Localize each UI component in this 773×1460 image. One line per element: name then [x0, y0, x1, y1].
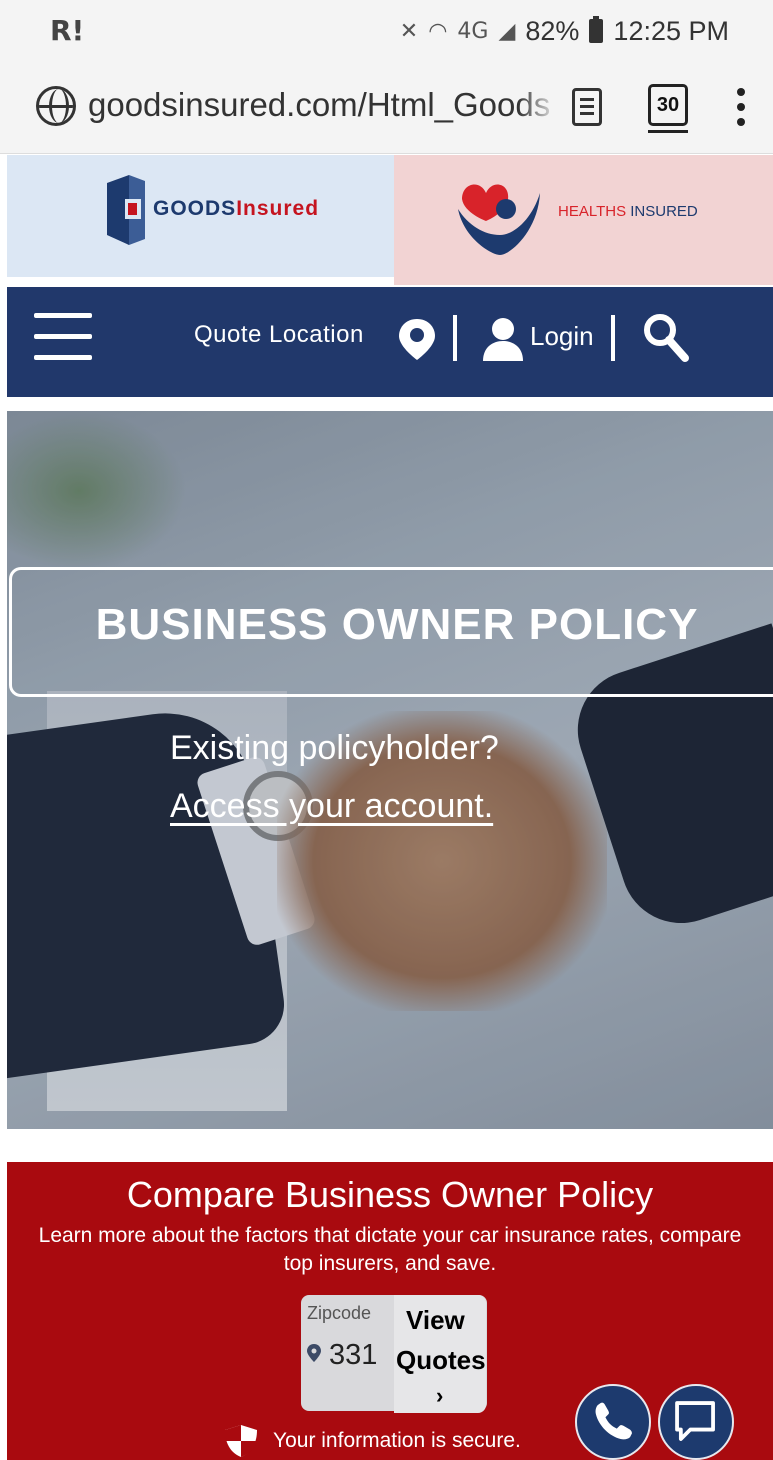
hero-title-box: BUSINESS OWNER POLICY — [9, 567, 773, 697]
location-pin-icon — [307, 1344, 321, 1362]
quote-location-link[interactable]: Quote Location — [194, 321, 364, 349]
main-nav: Quote Location Login — [7, 287, 773, 397]
chevron-right-icon: › — [436, 1383, 444, 1408]
existing-policyholder-text: Existing policyholder? — [170, 729, 499, 767]
network-type: 4G — [457, 18, 489, 44]
shield-icon — [225, 1425, 257, 1457]
view-quotes-label-line2: Quotes — [396, 1345, 486, 1375]
menu-icon[interactable] — [34, 313, 92, 361]
heart-person-icon — [458, 184, 540, 255]
compare-subtitle: Learn more about the factors that dictat… — [38, 1224, 742, 1275]
search-icon[interactable] — [643, 313, 689, 363]
status-bar: R! ✕ ◠ 4G ◢ 82% 12:25 PM — [0, 0, 773, 62]
zipcode-value: 331 — [329, 1339, 378, 1371]
nav-divider — [611, 315, 615, 361]
goods-insured-logo-text: GOODSInsured — [153, 197, 320, 220]
secure-text: Your information is secure. — [273, 1429, 521, 1452]
view-quotes-button[interactable]: View Quotes › — [394, 1295, 486, 1413]
login-link[interactable]: Login — [530, 321, 594, 352]
tab-switcher-button[interactable]: 30 — [648, 84, 688, 133]
secure-notice: Your information is secure. — [223, 1424, 521, 1458]
phone-icon — [595, 1402, 632, 1440]
address-bar[interactable]: goodsinsured.com/Html_Goods — [88, 86, 558, 130]
access-account-link[interactable]: Access your account. — [170, 787, 493, 826]
zipcode-input[interactable]: 331 — [307, 1339, 403, 1372]
battery-icon — [589, 16, 604, 43]
goods-shield-icon — [107, 175, 145, 245]
status-icons: ✕ ◠ 4G ◢ 82% 12:25 PM — [400, 14, 729, 48]
chat-bubble-icon — [675, 1401, 715, 1441]
goods-insured-logo-link[interactable]: GOODSInsured — [7, 155, 394, 277]
browser-toolbar: goodsinsured.com/Html_Goods 30 — [0, 62, 773, 154]
view-quotes-label-line1: View — [406, 1305, 465, 1335]
hero-overlay — [7, 411, 773, 1129]
more-menu-icon[interactable] — [734, 88, 748, 128]
clock: 12:25 PM — [613, 15, 729, 46]
user-icon[interactable] — [483, 317, 523, 361]
call-button[interactable] — [575, 1384, 651, 1460]
mute-icon: ✕ — [399, 18, 419, 44]
reader-mode-icon[interactable] — [572, 88, 602, 126]
notification-icon: R! — [50, 14, 85, 47]
wifi-icon: ◠ — [428, 18, 448, 44]
battery-percent: 82% — [525, 15, 580, 46]
globe-icon — [36, 86, 76, 126]
location-pin-icon[interactable] — [397, 317, 437, 361]
nav-divider — [453, 315, 457, 361]
brand-strip: GOODSInsured HEALTHS INSURED — [7, 155, 773, 285]
healths-insured-logo-link[interactable]: HEALTHS INSURED — [394, 155, 773, 285]
chat-button[interactable] — [658, 1384, 734, 1460]
signal-icon: ◢ — [498, 18, 516, 44]
healths-insured-logo-text: HEALTHS INSURED — [558, 203, 698, 220]
compare-title: Compare Business Owner Policy — [126, 1174, 654, 1215]
zipcode-label: Zipcode — [307, 1303, 372, 1323]
hero-banner: BUSINESS OWNER POLICY Existing policyhol… — [7, 411, 773, 1129]
hero-title: BUSINESS OWNER POLICY — [95, 600, 699, 649]
